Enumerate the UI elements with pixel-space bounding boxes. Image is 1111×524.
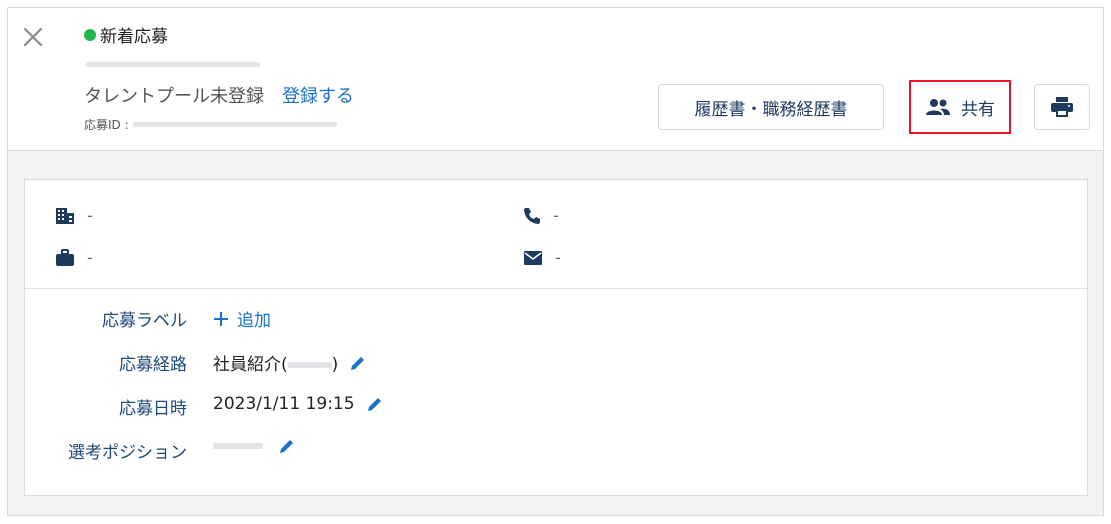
application-route-title: 応募経路 xyxy=(119,355,187,375)
datetime-text: 2023/1/11 19:15 xyxy=(213,394,355,414)
share-button[interactable]: 共有 xyxy=(909,80,1011,134)
phone-value: - xyxy=(553,206,559,225)
close-icon xyxy=(23,27,43,47)
edit-route-button[interactable] xyxy=(350,355,366,371)
pencil-icon xyxy=(351,356,365,370)
position-redacted xyxy=(213,443,263,449)
pencil-icon xyxy=(367,398,381,411)
selection-position-title: 選考ポジション xyxy=(68,443,187,463)
add-label-button[interactable]: 追加 xyxy=(213,306,271,331)
status-badge: 新着応募 xyxy=(84,22,168,47)
section-divider xyxy=(25,288,1087,289)
phone-icon xyxy=(524,207,540,224)
email-row: - xyxy=(523,248,561,267)
status-dot-icon xyxy=(84,28,96,41)
talent-pool-status: タレントプール未登録 xyxy=(84,86,264,107)
add-label-text: 追加 xyxy=(237,311,271,331)
status-text: 新着応募 xyxy=(100,27,168,47)
register-link[interactable]: 登録する xyxy=(282,82,354,108)
email-value: - xyxy=(555,248,561,267)
edit-datetime-button[interactable] xyxy=(367,396,383,412)
building-icon xyxy=(56,207,74,224)
resume-button[interactable]: 履歴書・職務経歴書 xyxy=(658,84,884,130)
printer-icon xyxy=(1051,97,1073,117)
resume-button-label: 履歴書・職務経歴書 xyxy=(694,99,848,120)
selection-position-value xyxy=(213,438,295,454)
plus-icon xyxy=(214,311,228,326)
application-datetime-title: 応募日時 xyxy=(119,399,187,419)
route-text: 社員紹介() xyxy=(213,350,338,375)
share-button-label: 共有 xyxy=(961,99,995,120)
close-button[interactable] xyxy=(20,24,46,50)
application-id-label: 応募ID : xyxy=(84,118,129,132)
pencil-icon xyxy=(280,440,293,453)
application-label-title: 応募ラベル xyxy=(102,311,187,331)
route-suffix: ) xyxy=(331,355,339,375)
edit-position-button[interactable] xyxy=(279,438,295,454)
application-route-value: 社員紹介() xyxy=(213,350,366,375)
company-value: - xyxy=(87,206,93,225)
company-row: - xyxy=(55,206,93,225)
referrer-redacted xyxy=(287,362,332,368)
mail-icon xyxy=(524,250,542,265)
people-icon xyxy=(926,99,950,115)
applicant-header: 新着応募 タレントプール未登録 登録する 応募ID : 履歴書・職務経歴書 共有 xyxy=(8,8,1103,151)
applicant-name-redacted xyxy=(86,62,260,67)
application-id: 応募ID : xyxy=(84,116,337,133)
applicant-detail-card: - - - - 応募ラベル 追加 応募経路 社員紹介() 応募日時 2023/… xyxy=(24,179,1088,496)
route-prefix: 社員紹介( xyxy=(213,355,288,375)
job-value: - xyxy=(87,248,93,267)
job-row: - xyxy=(55,248,93,267)
print-button[interactable] xyxy=(1034,84,1090,130)
application-datetime-value: 2023/1/11 19:15 xyxy=(213,394,383,414)
talent-pool-row: タレントプール未登録 登録する xyxy=(84,82,354,108)
phone-row: - xyxy=(523,206,559,225)
briefcase-icon xyxy=(56,248,74,266)
application-panel: 新着応募 タレントプール未登録 登録する 応募ID : 履歴書・職務経歴書 共有 xyxy=(7,7,1104,516)
application-id-redacted xyxy=(132,122,337,127)
